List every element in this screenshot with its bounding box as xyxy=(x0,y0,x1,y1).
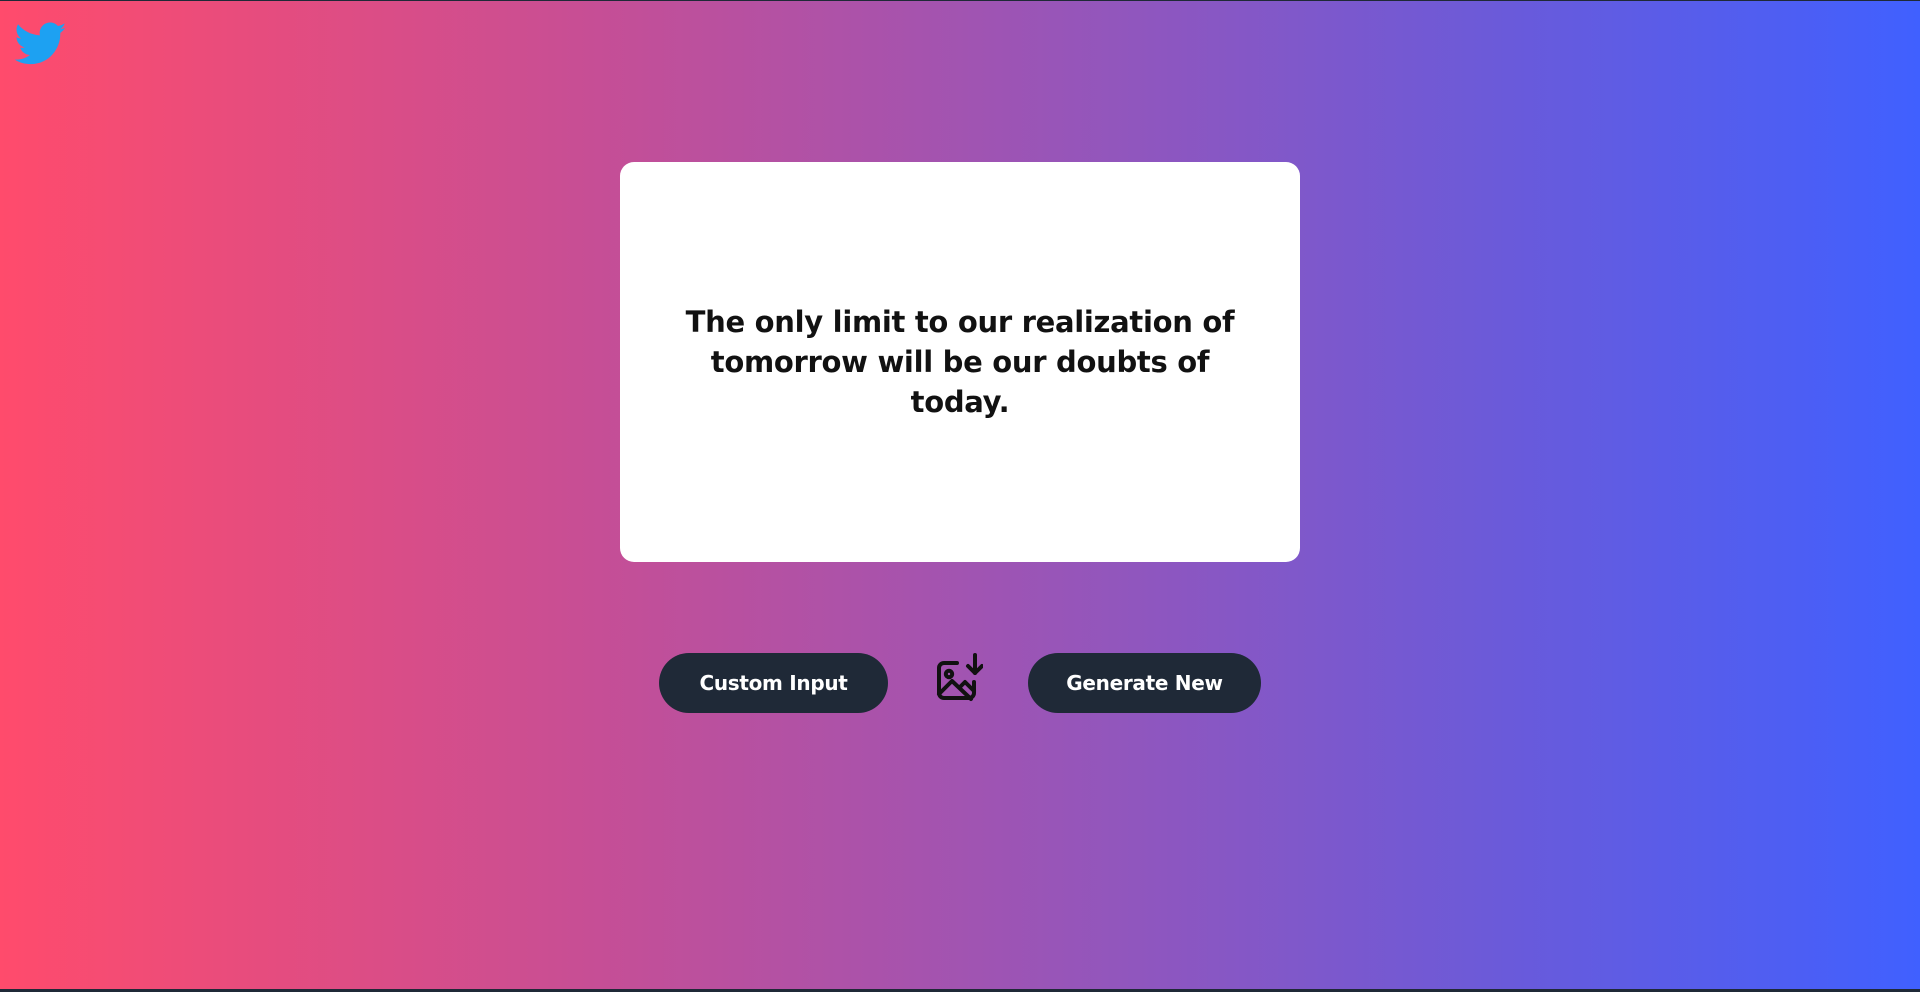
quote-card: The only limit to our realization of tom… xyxy=(620,162,1300,562)
custom-input-label: Custom Input xyxy=(699,671,848,695)
quote-line-2: tomorrow will be our doubts of today. xyxy=(710,345,1210,419)
quote-text: The only limit to our realization of tom… xyxy=(660,302,1260,422)
twitter-bird-icon[interactable] xyxy=(15,22,67,66)
generate-new-button[interactable]: Generate New xyxy=(1028,653,1261,713)
custom-input-button[interactable]: Custom Input xyxy=(659,653,888,713)
image-download-icon[interactable] xyxy=(935,653,983,703)
quote-line-1: The only limit to our realization of xyxy=(685,305,1235,339)
gradient-background: The only limit to our realization of tom… xyxy=(0,1,1920,989)
generate-new-label: Generate New xyxy=(1066,671,1223,695)
